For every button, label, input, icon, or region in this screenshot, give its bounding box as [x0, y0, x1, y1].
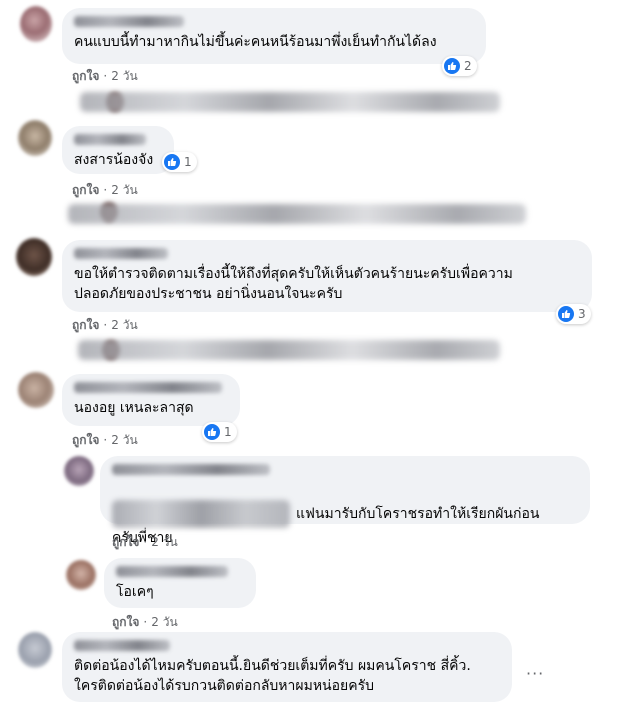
comment-bubble: คนแบบนี้ทำมาหากินไม่ขึ้นค่ะคนหนีร้อนมาพึ…: [62, 8, 486, 64]
like-button[interactable]: ถูกใจ: [112, 535, 139, 549]
comment-actions: ถูกใจ · 2 วัน: [72, 183, 138, 197]
timestamp[interactable]: 2 วัน: [111, 69, 137, 83]
reply-text: โอเคๆ: [116, 584, 154, 600]
avatar[interactable]: [18, 632, 52, 668]
timestamp[interactable]: 2 วัน: [111, 433, 137, 447]
thumbs-up-icon: [164, 154, 180, 170]
comment-actions: ถูกใจ · 2 วัน: [72, 318, 138, 332]
comment-text: สงสารน้องจัง: [74, 152, 154, 168]
like-button[interactable]: ถูกใจ: [72, 318, 99, 332]
timestamp[interactable]: 2 วัน: [111, 183, 137, 197]
comment-actions: ถูกใจ · 2 วัน: [112, 535, 178, 549]
comment-text: คนแบบนี้ทำมาหากินไม่ขึ้นค่ะคนหนีร้อนมาพึ…: [74, 34, 437, 50]
comment-text: ติดต่อน้องได้ไหมครับตอนนี้.ยินดีช่วยเต็ม…: [74, 658, 471, 694]
timestamp[interactable]: 2 วัน: [151, 615, 177, 629]
commenter-name[interactable]: [74, 134, 146, 145]
avatar[interactable]: [18, 120, 52, 156]
reaction-count[interactable]: 2: [442, 56, 477, 76]
comment-actions: ถูกใจ · 2 วัน: [112, 615, 178, 629]
commenter-name[interactable]: [112, 464, 270, 475]
thumbs-up-icon: [444, 58, 460, 74]
avatar[interactable]: [66, 560, 96, 590]
comment-actions: ถูกใจ · 2 วัน: [72, 433, 138, 447]
reply-bubble: แฟนมารับกับโคราชรอทำให้เรียกผันก่อน ครับ…: [100, 456, 590, 546]
thumbs-up-icon: [204, 424, 220, 440]
reaction-count-label: 1: [224, 425, 232, 439]
reply-bubble: โอเคๆ: [104, 558, 256, 608]
mentioned-user[interactable]: [112, 500, 290, 528]
timestamp[interactable]: 2 วัน: [111, 318, 137, 332]
thumbs-up-icon: [558, 306, 574, 322]
timestamp[interactable]: 2 วัน: [151, 535, 177, 549]
comment-bubble: ขอให้ตำรวจติดตามเรื่องนี้ให้ถึงที่สุดครั…: [62, 240, 592, 312]
view-replies-link[interactable]: [78, 340, 500, 360]
avatar[interactable]: [64, 456, 94, 486]
avatar[interactable]: [18, 372, 54, 408]
comment-actions: ถูกใจ · 2 วัน: [72, 69, 138, 83]
view-replies-link[interactable]: [68, 204, 526, 224]
comment-bubble: นองอยู เหนละลาสุด: [62, 374, 240, 426]
reaction-count[interactable]: 1: [202, 422, 237, 442]
commenter-name[interactable]: [116, 566, 228, 577]
commenter-name[interactable]: [74, 16, 184, 27]
comment-bubble: สงสารน้องจัง: [62, 126, 174, 174]
view-replies-link[interactable]: [80, 92, 500, 112]
like-button[interactable]: ถูกใจ: [72, 433, 99, 447]
more-options-icon[interactable]: ···: [526, 664, 544, 683]
comment-text: ขอให้ตำรวจติดตามเรื่องนี้ให้ถึงที่สุดครั…: [74, 266, 513, 302]
commenter-name[interactable]: [74, 640, 170, 651]
commenter-name[interactable]: [74, 382, 222, 393]
reaction-count-label: 1: [184, 155, 192, 169]
reaction-count[interactable]: 1: [162, 152, 197, 172]
avatar[interactable]: [20, 6, 52, 42]
reply-text: แฟนมารับกับโคราชรอทำให้เรียกผันก่อน ครับ…: [112, 480, 578, 548]
like-button[interactable]: ถูกใจ: [72, 183, 99, 197]
like-button[interactable]: ถูกใจ: [72, 69, 99, 83]
avatar[interactable]: [16, 238, 52, 276]
reaction-count[interactable]: 3: [556, 304, 591, 324]
comment-bubble: ติดต่อน้องได้ไหมครับตอนนี้.ยินดีช่วยเต็ม…: [62, 632, 512, 702]
reaction-count-label: 2: [464, 59, 472, 73]
like-button[interactable]: ถูกใจ: [112, 615, 139, 629]
reaction-count-label: 3: [578, 307, 586, 321]
comment-text: นองอยู เหนละลาสุด: [74, 400, 194, 416]
commenter-name[interactable]: [74, 248, 168, 259]
